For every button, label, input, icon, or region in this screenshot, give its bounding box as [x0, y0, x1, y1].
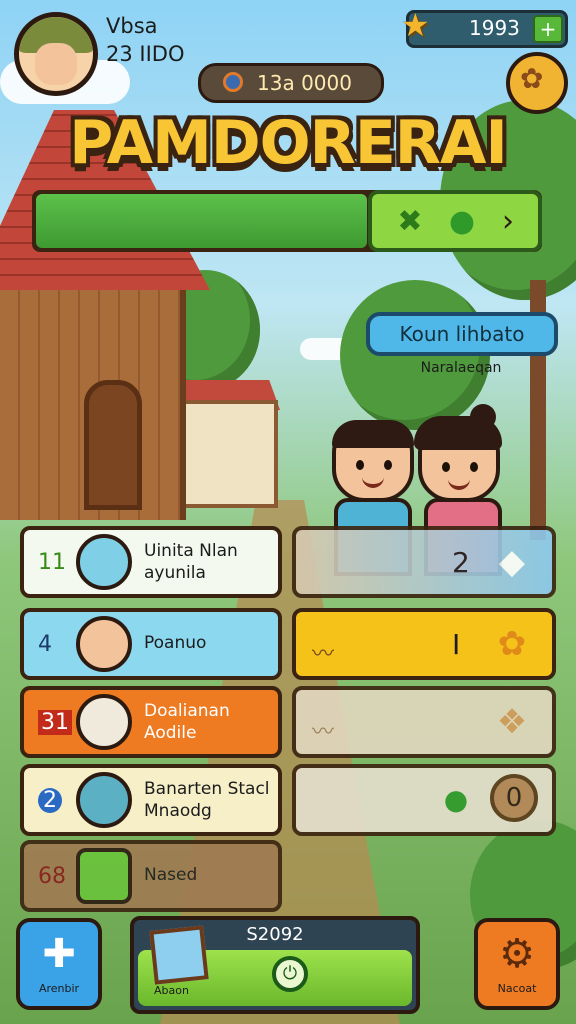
gem-value: 13a 0000: [257, 71, 352, 95]
player-avatar[interactable]: [14, 12, 98, 96]
quest-subtitle: Naralaeqan: [420, 360, 502, 376]
item-label: Doalianan Aodile: [144, 701, 230, 743]
reward-item[interactable]: ● 0: [292, 764, 556, 836]
coin-counter: ★ 1993 +: [401, 9, 568, 48]
bread-icon: ❖: [496, 702, 528, 742]
star-icon: ★: [401, 6, 430, 44]
play-panel[interactable]: S2092 Abaon ⏻: [130, 916, 420, 1014]
settings-button[interactable]: ⚙ Nacoat: [474, 918, 560, 1010]
gem-counter: 13a 0000: [198, 63, 384, 103]
quest-button[interactable]: Koun lihbato: [366, 312, 558, 356]
item-label: Banarten Stacl Mnaodg: [144, 779, 270, 821]
scroll-icon: [76, 694, 132, 750]
list-item[interactable]: 4 Poanuo: [20, 608, 282, 680]
map-button[interactable]: ✿: [506, 52, 568, 114]
map-icon: ✿: [520, 62, 544, 95]
list-item[interactable]: 68 Nased: [20, 840, 282, 912]
reward-item[interactable]: 〰 I ✿: [292, 608, 556, 680]
cookie-icon: ✿: [497, 624, 527, 664]
squiggle-decoration: 〰: [312, 720, 335, 745]
puzzle-button[interactable]: ✚ Arenbir: [16, 918, 102, 1010]
map-icon: [149, 925, 209, 985]
item-label: Nased: [144, 865, 198, 885]
item-number: 68: [38, 864, 66, 889]
list-item[interactable]: 31 Doalianan Aodile: [20, 686, 282, 758]
far-house: [180, 400, 278, 508]
player-score: 23 IIDO: [106, 42, 185, 66]
item-label: Poanuo: [144, 633, 207, 653]
progress-fill: [36, 194, 367, 248]
house-door: [84, 380, 142, 510]
gear-icon: ⚙: [499, 931, 535, 977]
power-icon: ⏻: [272, 956, 308, 992]
progress-actions[interactable]: ✖ ● ›: [368, 190, 542, 252]
reward-value: I: [452, 628, 461, 661]
squiggle-decoration: 〰: [312, 642, 335, 667]
play-panel-label: Abaon: [154, 984, 189, 997]
puzzle-button-label: Arenbir: [38, 982, 80, 995]
settings-button-label: Nacoat: [497, 982, 537, 995]
puzzle-icon: ✚: [42, 931, 76, 977]
reward-value: 0: [490, 774, 538, 822]
add-coins-button[interactable]: +: [533, 15, 563, 43]
item-number: 11: [38, 550, 66, 575]
character-icon: [76, 534, 132, 590]
item-number: 31: [38, 710, 72, 735]
item-label: Uinita Nlan ayunila: [144, 541, 238, 583]
slime-icon: [76, 848, 132, 904]
list-item[interactable]: 2 Banarten Stacl Mnaodg: [20, 764, 282, 836]
cube-icon: ◆: [498, 542, 526, 582]
leaf-icon: ●: [443, 783, 469, 816]
gem-icon: [223, 72, 243, 92]
character-icon: [76, 616, 132, 672]
coin-value: 1993: [469, 16, 520, 40]
x-icon[interactable]: ✖: [390, 202, 430, 242]
item-number: 4: [38, 632, 52, 657]
player-name: Vbsa: [106, 14, 158, 38]
leaf-icon[interactable]: ●: [442, 202, 482, 242]
chevron-right-icon[interactable]: ›: [488, 202, 528, 242]
list-item[interactable]: 11 Uinita Nlan ayunila: [20, 526, 282, 598]
map-icon: [76, 772, 132, 828]
reward-item[interactable]: 〰 ❖: [292, 686, 556, 758]
reward-value: 2: [452, 546, 470, 579]
play-button[interactable]: Abaon ⏻: [138, 925, 412, 1006]
game-title: PAMDORERAI: [69, 108, 508, 178]
item-number: 2: [38, 788, 62, 813]
reward-item[interactable]: 2 ◆: [292, 526, 556, 598]
